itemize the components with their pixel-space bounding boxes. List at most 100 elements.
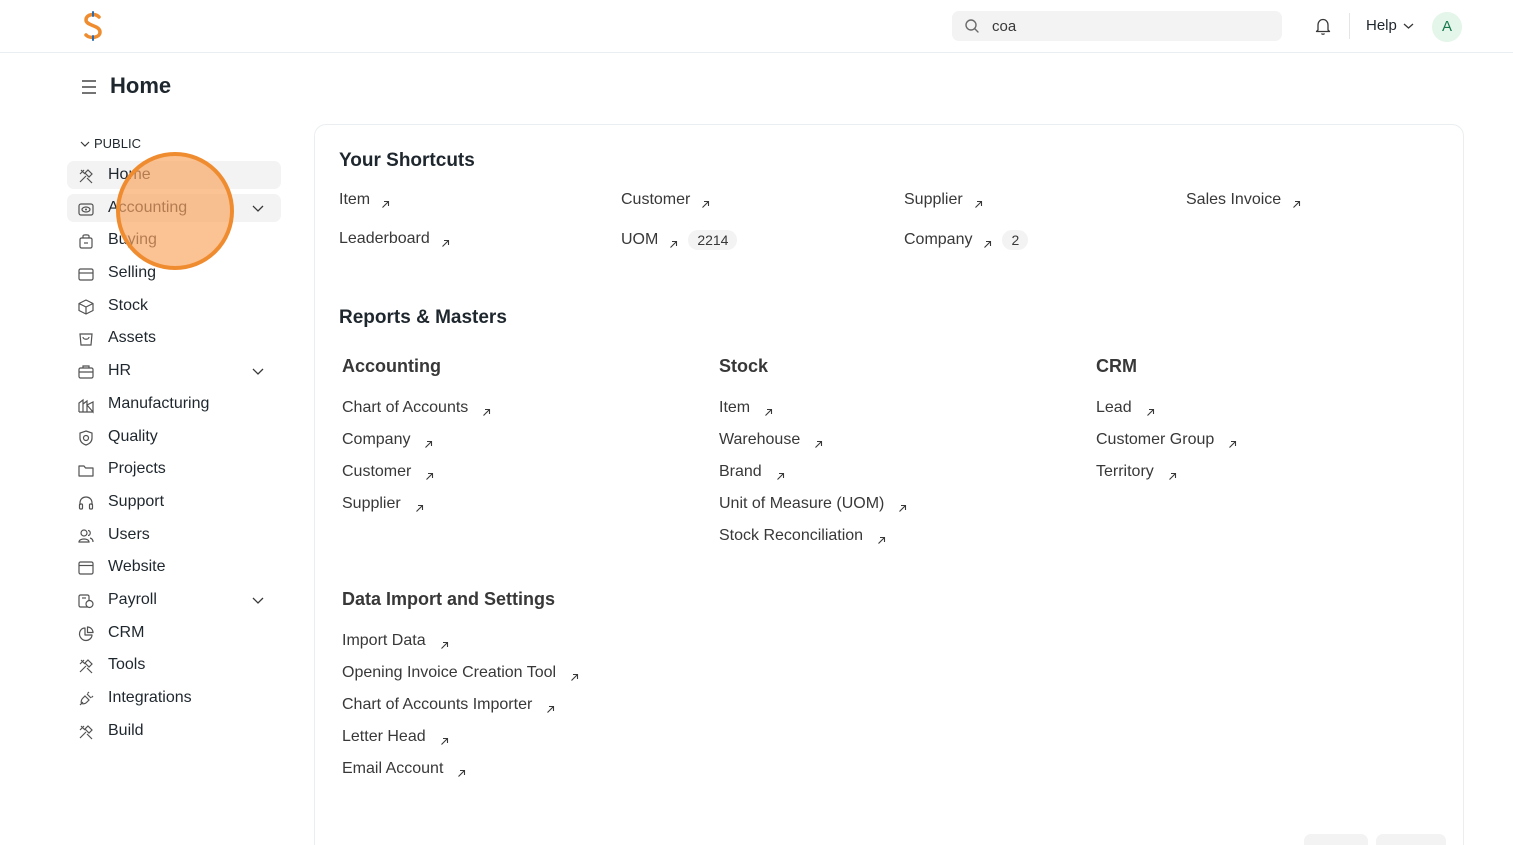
chevron-down-icon[interactable] <box>251 596 265 605</box>
chevron-down-icon[interactable] <box>251 367 265 376</box>
sidebar-item-label: Website <box>108 558 166 575</box>
sidebar-item-integrations[interactable]: Integrations <box>67 684 281 712</box>
shortcut-supplier[interactable]: Supplier <box>904 191 983 209</box>
sidebar-item-assets[interactable]: Assets <box>67 324 281 352</box>
reports-heading: Reports & Masters <box>339 307 507 328</box>
arrow-up-right-icon <box>814 436 823 448</box>
chevron-down-icon[interactable] <box>251 204 265 213</box>
users-icon <box>78 529 94 543</box>
card-link-email-account[interactable]: Email Account <box>342 760 466 778</box>
shortcut-label: Sales Invoice <box>1186 191 1282 208</box>
sidebar-item-tools[interactable]: Tools <box>67 651 281 679</box>
build-tools-icon <box>79 725 93 740</box>
app-logo[interactable] <box>80 11 106 41</box>
arrow-up-right-icon <box>440 733 449 745</box>
arrow-up-right-icon <box>381 196 390 208</box>
search-icon <box>965 19 979 33</box>
card-link-label: Email Account <box>342 760 444 777</box>
sidebar-item-support[interactable]: Support <box>67 488 281 516</box>
shortcut-customer[interactable]: Customer <box>621 191 710 209</box>
sidebar-item-label: Assets <box>108 329 157 346</box>
card-link-import-data[interactable]: Import Data <box>342 632 449 650</box>
card-link-stock-reconciliation[interactable]: Stock Reconciliation <box>719 527 886 545</box>
arrow-up-right-icon <box>415 500 424 512</box>
card-link-label: Letter Head <box>342 728 426 745</box>
sidebar-item-crm[interactable]: CRM <box>67 619 281 647</box>
card-link-brand[interactable]: Brand <box>719 463 785 481</box>
shortcut-leaderboard[interactable]: Leaderboard <box>339 230 450 248</box>
arrow-up-right-icon <box>570 669 579 681</box>
sidebar-item-label: Support <box>108 493 165 510</box>
shortcut-company[interactable]: Company 2 <box>904 230 1029 250</box>
sidebar-item-label: Manufacturing <box>108 395 210 412</box>
arrow-up-right-icon <box>669 236 678 248</box>
card-link-label: Import Data <box>342 632 426 649</box>
buying-bag-icon <box>79 234 93 249</box>
card-link-item[interactable]: Item <box>719 399 773 417</box>
card-link-customer[interactable]: Customer <box>342 463 434 481</box>
help-menu-button[interactable]: Help <box>1366 17 1397 34</box>
card-link-label: Customer <box>342 463 412 480</box>
workspace-panel <box>314 124 1464 845</box>
arrow-up-right-icon <box>424 436 433 448</box>
stock-box-icon <box>78 299 94 315</box>
card-link-label: Territory <box>1096 463 1154 480</box>
card-link-lead[interactable]: Lead <box>1096 399 1155 417</box>
plug-icon <box>79 691 94 706</box>
sidebar-item-label: HR <box>108 362 132 379</box>
card-link-letter-head[interactable]: Letter Head <box>342 728 449 746</box>
search-bar[interactable]: coa <box>952 11 1282 41</box>
sidebar-section-label: PUBLIC <box>94 136 141 151</box>
avatar[interactable]: A <box>1432 12 1462 42</box>
arrow-up-right-icon <box>701 196 710 208</box>
card-link-label: Company <box>342 431 411 448</box>
shortcut-label: Item <box>339 191 371 208</box>
card-link-supplier[interactable]: Supplier <box>342 495 424 513</box>
hamburger-menu-icon[interactable] <box>80 78 98 96</box>
assets-icon <box>79 333 93 346</box>
sidebar-item-hr[interactable]: HR <box>67 357 281 385</box>
card-link-chart-of-accounts-importer[interactable]: Chart of Accounts Importer <box>342 696 555 714</box>
website-icon <box>78 561 94 575</box>
card-link-label: Lead <box>1096 399 1132 416</box>
sidebar-item-projects[interactable]: Projects <box>67 455 281 483</box>
navbar-divider <box>1349 13 1350 39</box>
sidebar-item-label: CRM <box>108 624 145 641</box>
sidebar-section-public[interactable]: PUBLIC <box>80 136 141 151</box>
card-link-label: Warehouse <box>719 431 801 448</box>
card-link-label: Chart of Accounts <box>342 399 469 416</box>
card-link-opening-invoice-creation-tool[interactable]: Opening Invoice Creation Tool <box>342 664 579 682</box>
card-link-customer-group[interactable]: Customer Group <box>1096 431 1237 449</box>
sidebar-item-label: Build <box>108 722 144 739</box>
card-link-chart-of-accounts[interactable]: Chart of Accounts <box>342 399 491 417</box>
arrow-up-right-icon <box>457 765 466 777</box>
shortcut-item[interactable]: Item <box>339 191 390 209</box>
next-button[interactable] <box>1376 834 1446 845</box>
prev-button[interactable] <box>1304 834 1368 845</box>
sidebar-item-stock[interactable]: Stock <box>67 292 281 320</box>
sidebar-item-build[interactable]: Build <box>67 717 281 745</box>
tools-icon <box>79 169 93 184</box>
sidebar-item-payroll[interactable]: Payroll <box>67 586 281 614</box>
card-link-label: Supplier <box>342 495 401 512</box>
shortcut-uom[interactable]: UOM 2214 <box>621 230 738 250</box>
arrow-up-right-icon <box>983 236 992 248</box>
card-link-unit-of-measure-uom-[interactable]: Unit of Measure (UOM) <box>719 495 907 513</box>
search-input[interactable]: coa <box>992 18 1016 35</box>
sidebar-item-website[interactable]: Website <box>67 553 281 581</box>
top-navbar: coa Help A <box>0 0 1513 53</box>
card-link-warehouse[interactable]: Warehouse <box>719 431 823 449</box>
page-title: Home <box>110 73 172 98</box>
sidebar-item-quality[interactable]: Quality <box>67 423 281 451</box>
arrow-up-right-icon <box>425 468 434 480</box>
chevron-down-icon <box>80 141 90 147</box>
shortcut-sales-invoice[interactable]: Sales Invoice <box>1186 191 1301 209</box>
sidebar-item-users[interactable]: Users <box>67 521 281 549</box>
hr-briefcase-icon <box>78 365 94 379</box>
card-link-label: Stock Reconciliation <box>719 527 864 544</box>
chevron-down-icon[interactable] <box>1403 22 1414 30</box>
card-link-territory[interactable]: Territory <box>1096 463 1177 481</box>
card-link-company[interactable]: Company <box>342 431 433 449</box>
notification-bell-icon[interactable] <box>1313 16 1333 36</box>
sidebar-item-manufacturing[interactable]: Manufacturing <box>67 390 281 418</box>
